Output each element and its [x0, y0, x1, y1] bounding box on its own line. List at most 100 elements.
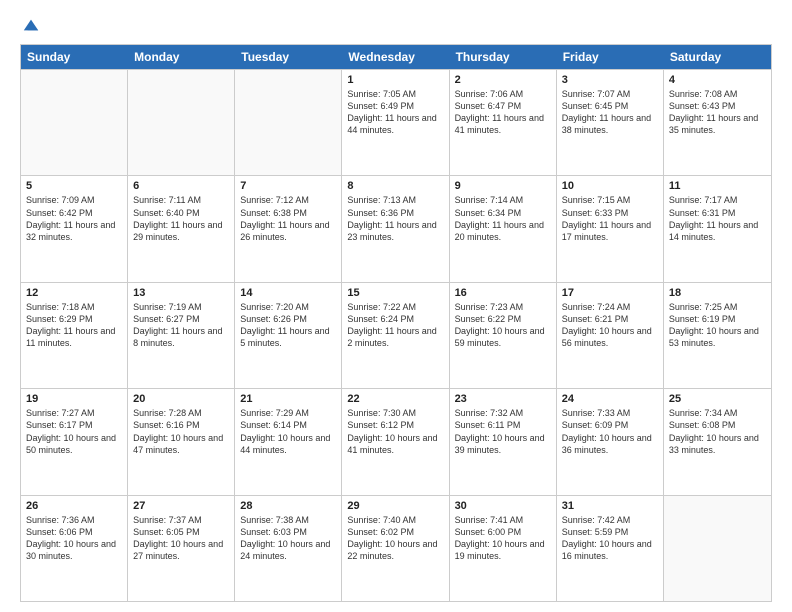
day-number: 18	[669, 287, 766, 299]
day-number: 12	[26, 287, 122, 299]
calendar-cell: 20 Sunrise: 7:28 AM Sunset: 6:16 PM Dayli…	[128, 389, 235, 494]
calendar-cell: 15 Sunrise: 7:22 AM Sunset: 6:24 PM Dayli…	[342, 283, 449, 388]
cell-info: Sunrise: 7:23 AM Sunset: 6:22 PM Dayligh…	[455, 301, 551, 350]
calendar-row-3: 12Sunrise: 7:18 AM Sunset: 6:29 PM Dayli…	[21, 282, 771, 388]
calendar-cell: 10 Sunrise: 7:15 AM Sunset: 6:33 PM Dayli…	[557, 176, 664, 281]
calendar-row-2: 5Sunrise: 7:09 AM Sunset: 6:42 PM Daylig…	[21, 175, 771, 281]
calendar-cell: 1 Sunrise: 7:05 AM Sunset: 6:49 PM Daylig…	[342, 70, 449, 175]
calendar-row-4: 19 Sunrise: 7:27 AM Sunset: 6:17 PM Dayli…	[21, 388, 771, 494]
day-number: 15	[347, 287, 443, 299]
day-number: 31	[562, 500, 658, 512]
day-number: 28	[240, 500, 336, 512]
day-number: 17	[562, 287, 658, 299]
cell-info: Sunrise: 7:19 AM Sunset: 6:27 PM Dayligh…	[133, 301, 229, 350]
calendar-cell	[21, 70, 128, 175]
day-number: 24	[562, 393, 658, 405]
calendar-body: 1 Sunrise: 7:05 AM Sunset: 6:49 PM Daylig…	[21, 69, 771, 601]
calendar-cell: 16 Sunrise: 7:23 AM Sunset: 6:22 PM Dayli…	[450, 283, 557, 388]
day-number: 11	[669, 180, 766, 192]
cell-info: Sunrise: 7:34 AM Sunset: 6:08 PM Dayligh…	[669, 407, 766, 456]
calendar-cell: 18 Sunrise: 7:25 AM Sunset: 6:19 PM Dayli…	[664, 283, 771, 388]
cell-info: Sunrise: 7:05 AM Sunset: 6:49 PM Dayligh…	[347, 88, 443, 137]
header-day-saturday: Saturday	[664, 45, 771, 69]
cell-info: Sunrise: 7:28 AM Sunset: 6:16 PM Dayligh…	[133, 407, 229, 456]
page: SundayMondayTuesdayWednesdayThursdayFrid…	[0, 0, 792, 612]
calendar-cell: 19 Sunrise: 7:27 AM Sunset: 6:17 PM Dayli…	[21, 389, 128, 494]
day-number: 4	[669, 74, 766, 86]
calendar-cell: 5Sunrise: 7:09 AM Sunset: 6:42 PM Daylig…	[21, 176, 128, 281]
cell-info: Sunrise: 7:32 AM Sunset: 6:11 PM Dayligh…	[455, 407, 551, 456]
day-number: 6	[133, 180, 229, 192]
cell-info: Sunrise: 7:17 AM Sunset: 6:31 PM Dayligh…	[669, 194, 766, 243]
calendar-cell: 31 Sunrise: 7:42 AM Sunset: 5:59 PM Dayli…	[557, 496, 664, 601]
cell-info: Sunrise: 7:33 AM Sunset: 6:09 PM Dayligh…	[562, 407, 658, 456]
calendar-cell: 2 Sunrise: 7:06 AM Sunset: 6:47 PM Daylig…	[450, 70, 557, 175]
cell-info: Sunrise: 7:41 AM Sunset: 6:00 PM Dayligh…	[455, 514, 551, 563]
calendar-cell	[128, 70, 235, 175]
calendar-cell: 8Sunrise: 7:13 AM Sunset: 6:36 PM Daylig…	[342, 176, 449, 281]
calendar-cell: 21 Sunrise: 7:29 AM Sunset: 6:14 PM Dayli…	[235, 389, 342, 494]
calendar-row-1: 1 Sunrise: 7:05 AM Sunset: 6:49 PM Daylig…	[21, 69, 771, 175]
day-number: 7	[240, 180, 336, 192]
cell-info: Sunrise: 7:30 AM Sunset: 6:12 PM Dayligh…	[347, 407, 443, 456]
cell-info: Sunrise: 7:27 AM Sunset: 6:17 PM Dayligh…	[26, 407, 122, 456]
calendar-cell: 11 Sunrise: 7:17 AM Sunset: 6:31 PM Dayli…	[664, 176, 771, 281]
header-day-wednesday: Wednesday	[342, 45, 449, 69]
calendar-cell: 23 Sunrise: 7:32 AM Sunset: 6:11 PM Dayli…	[450, 389, 557, 494]
cell-info: Sunrise: 7:38 AM Sunset: 6:03 PM Dayligh…	[240, 514, 336, 563]
day-number: 2	[455, 74, 551, 86]
cell-info: Sunrise: 7:06 AM Sunset: 6:47 PM Dayligh…	[455, 88, 551, 137]
cell-info: Sunrise: 7:24 AM Sunset: 6:21 PM Dayligh…	[562, 301, 658, 350]
calendar-row-5: 26Sunrise: 7:36 AM Sunset: 6:06 PM Dayli…	[21, 495, 771, 601]
calendar-cell: 13 Sunrise: 7:19 AM Sunset: 6:27 PM Dayli…	[128, 283, 235, 388]
calendar-cell: 24 Sunrise: 7:33 AM Sunset: 6:09 PM Dayli…	[557, 389, 664, 494]
day-number: 9	[455, 180, 551, 192]
calendar-header: SundayMondayTuesdayWednesdayThursdayFrid…	[21, 45, 771, 69]
day-number: 3	[562, 74, 658, 86]
calendar-cell: 22 Sunrise: 7:30 AM Sunset: 6:12 PM Dayli…	[342, 389, 449, 494]
cell-info: Sunrise: 7:08 AM Sunset: 6:43 PM Dayligh…	[669, 88, 766, 137]
day-number: 22	[347, 393, 443, 405]
day-number: 23	[455, 393, 551, 405]
cell-info: Sunrise: 7:37 AM Sunset: 6:05 PM Dayligh…	[133, 514, 229, 563]
day-number: 5	[26, 180, 122, 192]
logo-icon	[22, 16, 40, 34]
header-day-tuesday: Tuesday	[235, 45, 342, 69]
cell-info: Sunrise: 7:42 AM Sunset: 5:59 PM Dayligh…	[562, 514, 658, 563]
calendar-cell	[235, 70, 342, 175]
day-number: 13	[133, 287, 229, 299]
day-number: 10	[562, 180, 658, 192]
day-number: 16	[455, 287, 551, 299]
cell-info: Sunrise: 7:12 AM Sunset: 6:38 PM Dayligh…	[240, 194, 336, 243]
calendar-cell	[664, 496, 771, 601]
cell-info: Sunrise: 7:14 AM Sunset: 6:34 PM Dayligh…	[455, 194, 551, 243]
calendar-cell: 26Sunrise: 7:36 AM Sunset: 6:06 PM Dayli…	[21, 496, 128, 601]
calendar-cell: 29Sunrise: 7:40 AM Sunset: 6:02 PM Dayli…	[342, 496, 449, 601]
cell-info: Sunrise: 7:40 AM Sunset: 6:02 PM Dayligh…	[347, 514, 443, 563]
cell-info: Sunrise: 7:07 AM Sunset: 6:45 PM Dayligh…	[562, 88, 658, 137]
calendar-cell: 14 Sunrise: 7:20 AM Sunset: 6:26 PM Dayli…	[235, 283, 342, 388]
day-number: 14	[240, 287, 336, 299]
header	[20, 16, 772, 34]
day-number: 20	[133, 393, 229, 405]
cell-info: Sunrise: 7:29 AM Sunset: 6:14 PM Dayligh…	[240, 407, 336, 456]
day-number: 19	[26, 393, 122, 405]
header-day-sunday: Sunday	[21, 45, 128, 69]
calendar-cell: 28 Sunrise: 7:38 AM Sunset: 6:03 PM Dayli…	[235, 496, 342, 601]
day-number: 30	[455, 500, 551, 512]
cell-info: Sunrise: 7:22 AM Sunset: 6:24 PM Dayligh…	[347, 301, 443, 350]
header-day-monday: Monday	[128, 45, 235, 69]
cell-info: Sunrise: 7:20 AM Sunset: 6:26 PM Dayligh…	[240, 301, 336, 350]
day-number: 1	[347, 74, 443, 86]
calendar-cell: 6Sunrise: 7:11 AM Sunset: 6:40 PM Daylig…	[128, 176, 235, 281]
day-number: 21	[240, 393, 336, 405]
day-number: 8	[347, 180, 443, 192]
logo	[20, 16, 40, 34]
calendar-cell: 30 Sunrise: 7:41 AM Sunset: 6:00 PM Dayli…	[450, 496, 557, 601]
day-number: 26	[26, 500, 122, 512]
calendar-cell: 12Sunrise: 7:18 AM Sunset: 6:29 PM Dayli…	[21, 283, 128, 388]
calendar-cell: 4 Sunrise: 7:08 AM Sunset: 6:43 PM Daylig…	[664, 70, 771, 175]
calendar-cell: 9 Sunrise: 7:14 AM Sunset: 6:34 PM Daylig…	[450, 176, 557, 281]
cell-info: Sunrise: 7:15 AM Sunset: 6:33 PM Dayligh…	[562, 194, 658, 243]
cell-info: Sunrise: 7:25 AM Sunset: 6:19 PM Dayligh…	[669, 301, 766, 350]
